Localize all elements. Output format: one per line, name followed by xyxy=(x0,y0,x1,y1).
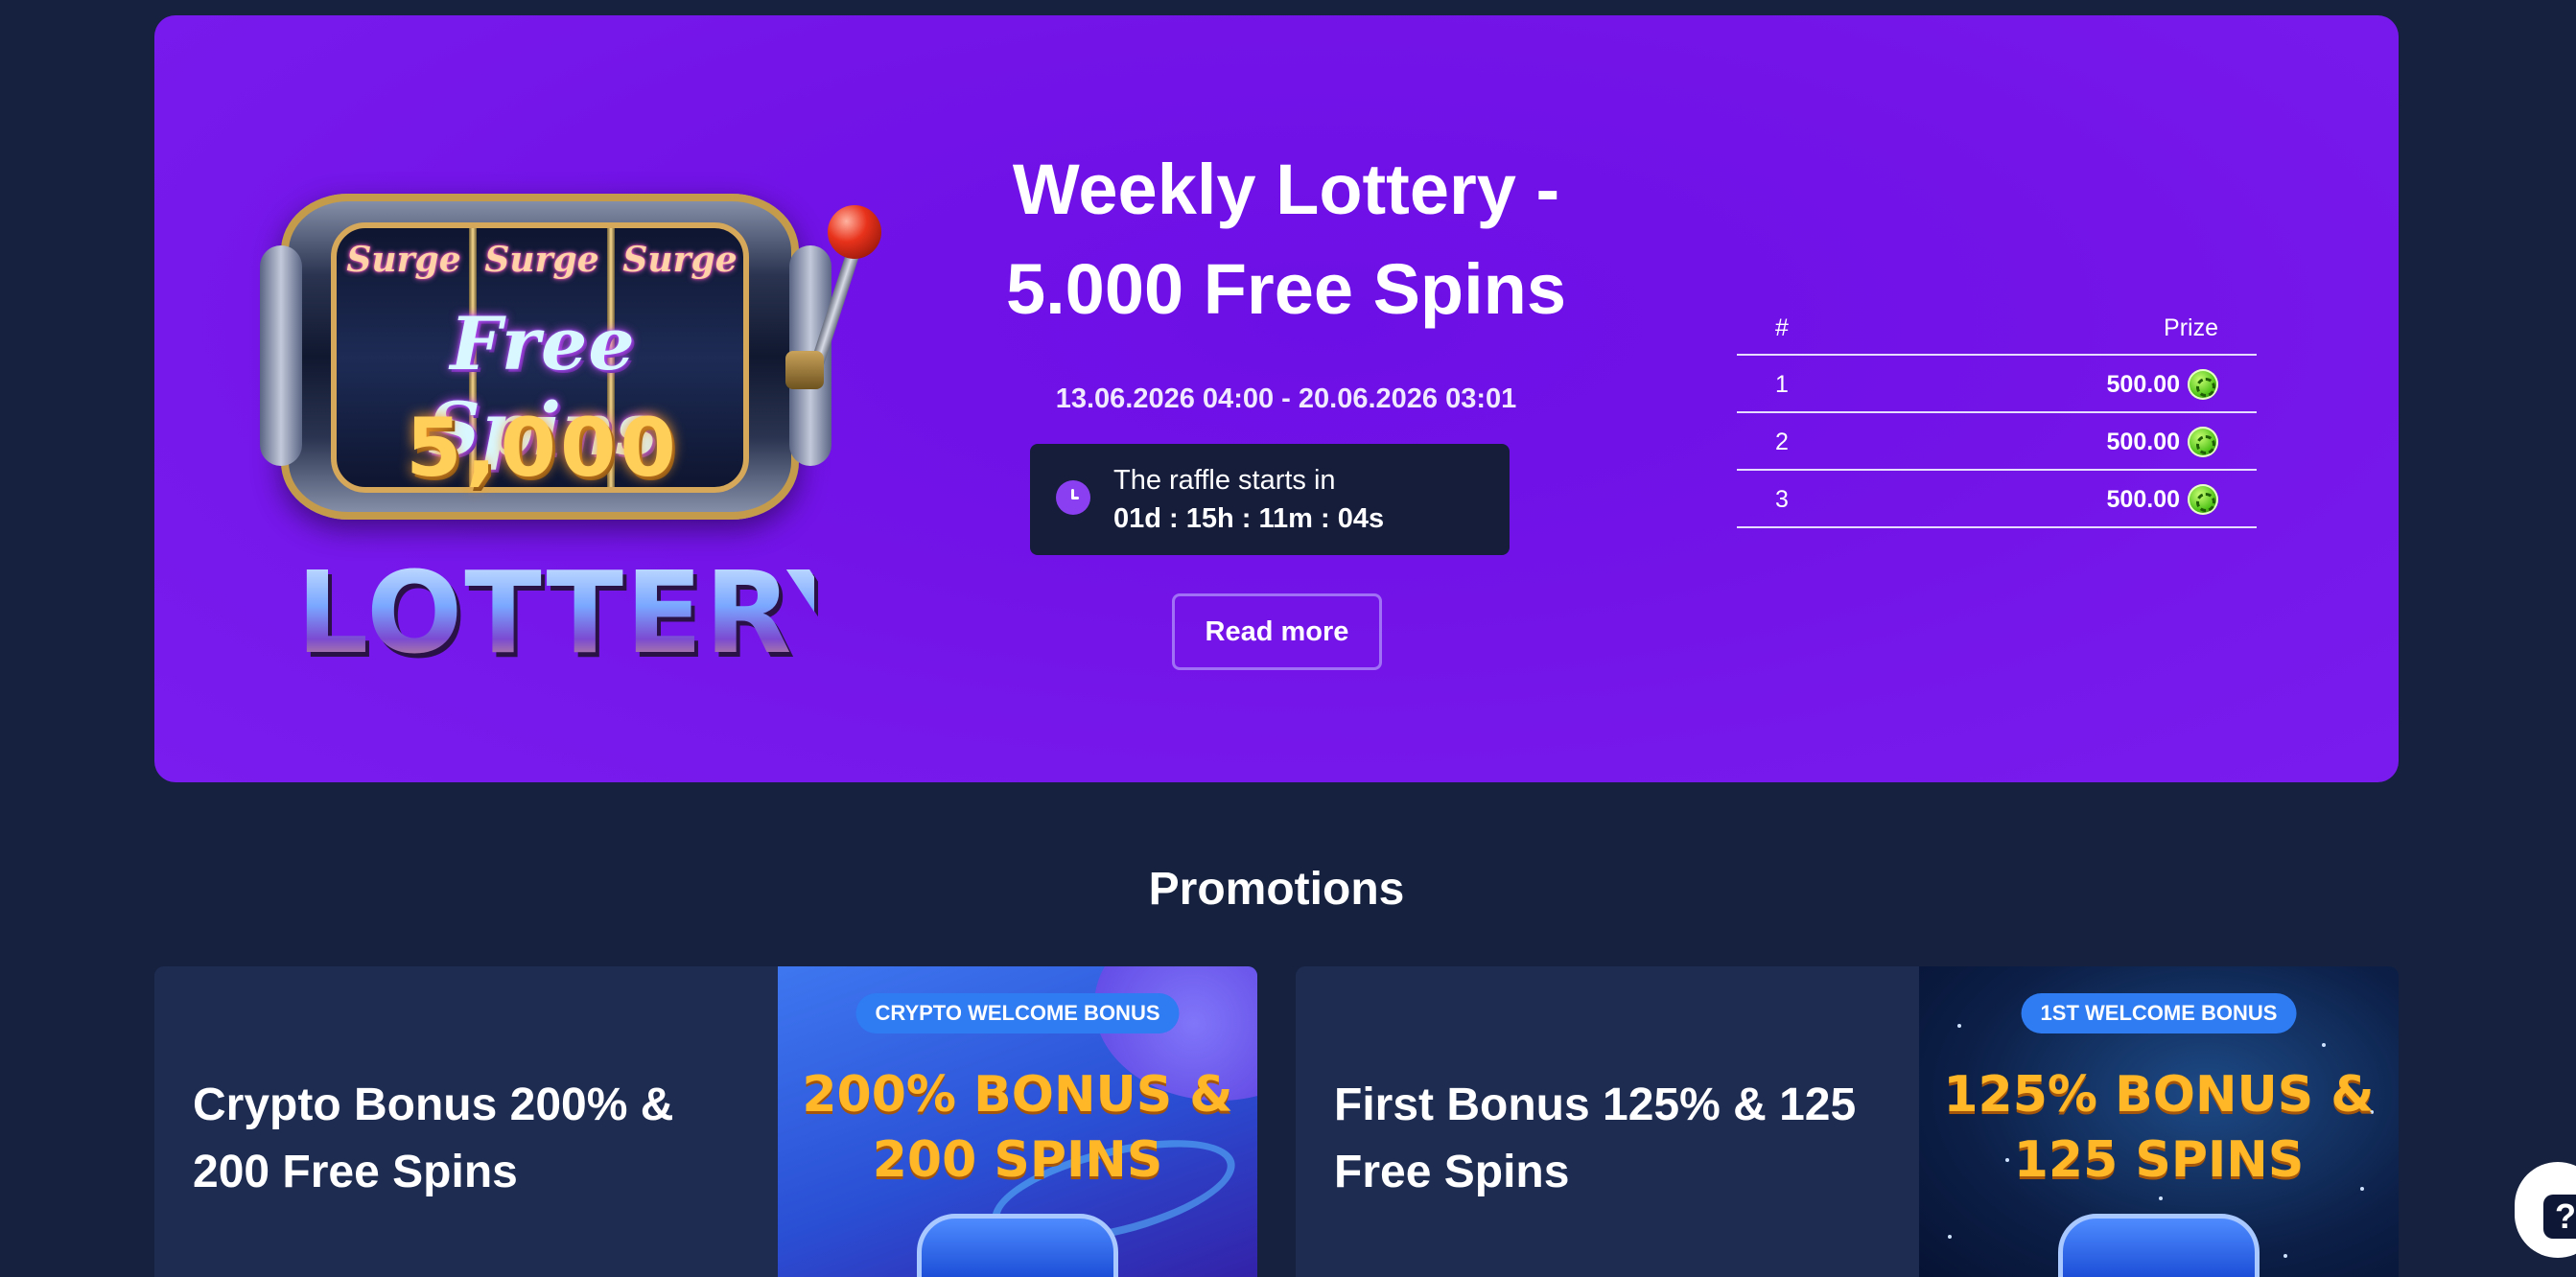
coin-icon xyxy=(2188,427,2218,457)
help-icon: ? xyxy=(2543,1195,2576,1239)
prize-amount: 500.00 xyxy=(2106,486,2180,513)
prize-rank: 2 xyxy=(1775,429,1789,455)
prize-rank: 1 xyxy=(1775,371,1789,398)
prize-column-header: Prize xyxy=(2164,314,2218,341)
lottery-date-range: 13.06.2026 04:00 - 20.06.2026 03:01 xyxy=(1055,383,1517,414)
promo-banner-headline: 125% BONUS & 125 SPINS xyxy=(1919,1062,2399,1193)
raffle-countdown: The raffle starts in 01d : 15h : 11m : 0… xyxy=(1030,444,1510,555)
prize-table-row: 1 500.00 xyxy=(1737,356,2257,413)
promo-banner-headline-line2: 125 SPINS xyxy=(2013,1131,2305,1189)
coin-icon xyxy=(2188,369,2218,400)
promo-banner-image: CRYPTO WELCOME BONUS 200% BONUS & 200 SP… xyxy=(778,966,1257,1277)
slot-drum-left-cap xyxy=(260,245,302,466)
reel-word: Surge xyxy=(346,240,461,280)
prize-amount: 500.00 xyxy=(2106,371,2180,398)
reel-word: Surge xyxy=(622,240,738,280)
promo-card-crypto-bonus[interactable]: Crypto Bonus 200% & 200 Free Spins CRYPT… xyxy=(154,966,1257,1277)
lottery-title-line1: Weekly Lottery - xyxy=(1012,150,1560,229)
promo-banner-image: 1ST WELCOME BONUS 125% BONUS & 125 SPINS xyxy=(1919,966,2399,1277)
promo-card-first-bonus[interactable]: First Bonus 125% & 125 Free Spins 1ST WE… xyxy=(1296,966,2399,1277)
read-more-button[interactable]: Read more xyxy=(1172,593,1382,670)
lottery-title-line2: 5.000 Free Spins xyxy=(1005,249,1567,329)
promo-banner-headline-line1: 125% BONUS & xyxy=(1943,1066,2375,1124)
slot-lever-knob xyxy=(828,205,881,259)
prize-table-row: 2 500.00 xyxy=(1737,413,2257,471)
prize-table-row: 3 500.00 xyxy=(1737,471,2257,528)
countdown-label: The raffle starts in xyxy=(1113,465,1336,496)
promo-card-title: Crypto Bonus 200% & 200 Free Spins xyxy=(193,1080,674,1197)
promo-banner-headline-line2: 200 SPINS xyxy=(872,1131,1163,1189)
rank-column-header: # xyxy=(1775,314,1789,341)
promo-banner-headline: 200% BONUS & 200 SPINS xyxy=(778,1062,1257,1193)
treasure-chest-icon xyxy=(917,1214,1118,1277)
prize-rank: 3 xyxy=(1775,486,1789,513)
promo-banner-badge: CRYPTO WELCOME BONUS xyxy=(855,993,1180,1033)
lottery-title: Weekly Lottery - 5.000 Free Spins xyxy=(979,140,1593,339)
art-amount-text: 5,000 xyxy=(406,401,680,495)
promo-card-title: First Bonus 125% & 125 Free Spins xyxy=(1334,1080,1857,1197)
prize-table: # Prize 1 500.00 2 500.00 3 500.00 xyxy=(1737,303,2257,528)
countdown-time: 01d : 15h : 11m : 04s xyxy=(1113,503,1385,534)
reel-word: Surge xyxy=(484,240,599,280)
lottery-slot-machine-image: Surge Surge Surge Free Spins 5,000 LOTTE… xyxy=(243,178,895,686)
lottery-hero: Surge Surge Surge Free Spins 5,000 LOTTE… xyxy=(154,15,2399,782)
promotions-heading: Promotions xyxy=(1148,864,1405,915)
art-lottery-text: LOTTERY xyxy=(296,546,872,679)
prize-table-header: # Prize xyxy=(1737,303,2257,356)
slot-lever-base xyxy=(785,351,824,389)
promo-banner-headline-line1: 200% BONUS & xyxy=(802,1066,1233,1124)
prize-amount: 500.00 xyxy=(2106,429,2180,455)
promo-banner-badge: 1ST WELCOME BONUS xyxy=(2021,993,2297,1033)
coin-icon xyxy=(2188,484,2218,515)
clock-icon xyxy=(1056,480,1090,515)
page: Surge Surge Surge Free Spins 5,000 LOTTE… xyxy=(0,0,2576,1277)
treasure-chest-icon xyxy=(2058,1214,2260,1277)
help-chat-widget[interactable]: ? xyxy=(2515,1162,2576,1258)
